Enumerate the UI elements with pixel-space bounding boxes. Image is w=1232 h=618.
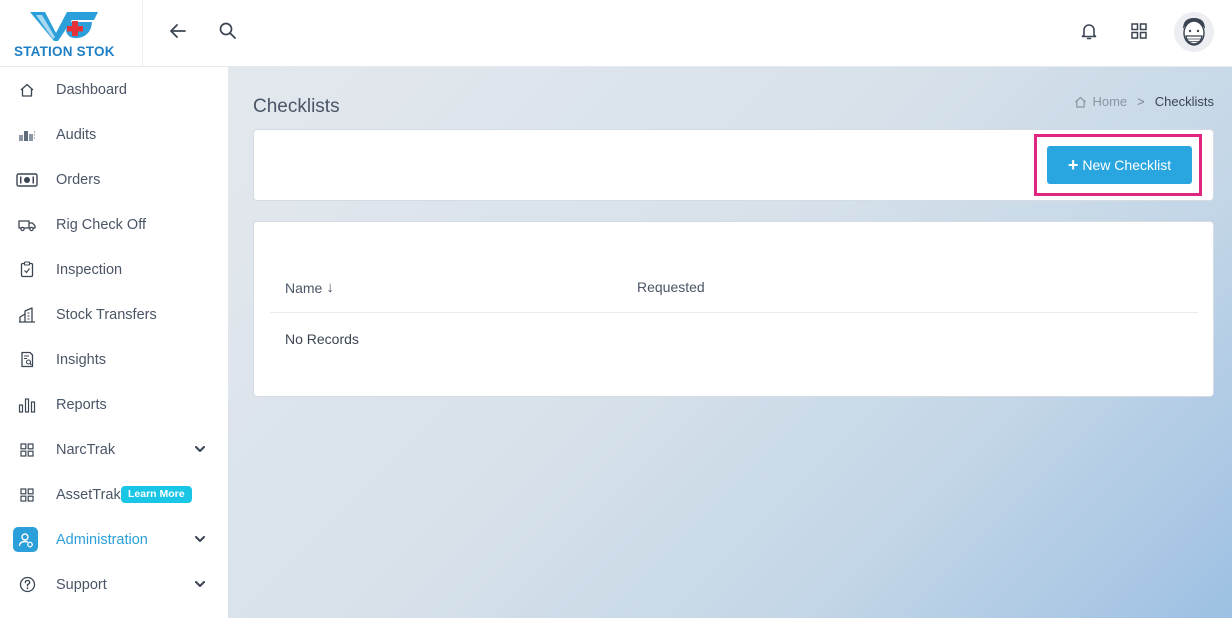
sidebar-item-label: Support <box>56 576 107 593</box>
bell-icon[interactable] <box>1078 20 1100 42</box>
new-checklist-label: New Checklist <box>1082 157 1172 173</box>
sidebar-item-narctrak[interactable]: NarcTrak <box>0 427 228 472</box>
sidebar-item-dashboard[interactable]: Dashboard <box>0 67 228 112</box>
sidebar-item-label: Audits <box>56 126 97 143</box>
column-header-name[interactable]: Name ↓ <box>285 279 334 296</box>
breadcrumb: Home > Checklists <box>1074 94 1214 109</box>
breadcrumb-home-label: Home <box>1092 94 1128 109</box>
plus-icon: + <box>1067 155 1079 175</box>
sidebar-item-stock-transfers[interactable]: Stock Transfers <box>0 292 228 337</box>
main-content: Checklists Home > Checklists + New Check… <box>228 67 1232 618</box>
apps-grid-icon[interactable] <box>1128 20 1150 42</box>
user-face-icon <box>1174 12 1214 52</box>
grid-icon <box>16 484 38 506</box>
chevron-down-icon[interactable] <box>193 443 207 457</box>
sidebar-item-insights[interactable]: Insights <box>0 337 228 382</box>
sidebar-item-label: Orders <box>56 171 101 188</box>
user-avatar[interactable] <box>1174 12 1214 52</box>
sidebar-item-label: Administration <box>56 531 148 548</box>
column-header-label: Name <box>285 279 323 296</box>
breadcrumb-separator: > <box>1137 94 1145 109</box>
page-title: Checklists <box>253 96 340 117</box>
sidebar-item-label: Insights <box>56 351 106 368</box>
bar-chart-icon <box>16 394 38 416</box>
sidebar-item-label: AssetTrak <box>56 486 121 503</box>
sidebar-item-inspection[interactable]: Inspection <box>0 247 228 292</box>
header-divider <box>270 312 1198 313</box>
chevron-down-icon[interactable] <box>193 533 207 547</box>
money-icon <box>16 169 38 191</box>
breadcrumb-current: Checklists <box>1154 94 1214 109</box>
sort-desc-icon: ↓ <box>326 279 334 296</box>
home-icon <box>16 79 38 101</box>
back-arrow-icon[interactable] <box>167 20 189 42</box>
sidebar-item-label: Reports <box>56 396 107 413</box>
column-header-label: Requested <box>637 279 705 295</box>
truck-icon <box>16 214 38 236</box>
home-icon <box>1075 96 1087 108</box>
report-search-icon <box>16 349 38 371</box>
sidebar-item-orders[interactable]: Orders <box>0 157 228 202</box>
sidebar: Dashboard Audits Orders Rig Check Off In… <box>0 67 228 618</box>
audits-icon <box>16 124 38 146</box>
checklists-table: Name ↓ Requested No Records <box>253 221 1214 397</box>
sidebar-item-label: Rig Check Off <box>56 216 146 233</box>
empty-state-text: No Records <box>285 331 359 347</box>
help-circle-icon <box>16 574 38 596</box>
sidebar-item-support[interactable]: Support <box>0 562 228 607</box>
learn-more-badge[interactable]: Learn More <box>121 486 192 503</box>
clipboard-icon <box>16 259 38 281</box>
top-header: STATION STOK <box>0 0 1232 67</box>
toolbar-card: + New Checklist <box>253 129 1214 201</box>
brand-name: STATION STOK <box>14 44 115 59</box>
search-icon[interactable] <box>217 20 239 42</box>
sidebar-item-label: NarcTrak <box>56 441 116 458</box>
logo[interactable]: STATION STOK <box>0 0 143 67</box>
new-checklist-button[interactable]: + New Checklist <box>1047 146 1192 184</box>
sidebar-item-assettrak[interactable]: AssetTrak Learn More <box>0 472 228 517</box>
sidebar-item-label: Stock Transfers <box>56 306 157 323</box>
grid-icon <box>16 439 38 461</box>
sidebar-item-administration[interactable]: Administration <box>0 517 228 562</box>
sidebar-item-label: Dashboard <box>56 81 127 98</box>
station-stok-logo-icon <box>30 12 98 41</box>
sidebar-item-rig-check-off[interactable]: Rig Check Off <box>0 202 228 247</box>
chevron-down-icon[interactable] <box>193 578 207 592</box>
admin-user-icon <box>13 527 38 552</box>
building-icon <box>16 304 38 326</box>
sidebar-item-audits[interactable]: Audits <box>0 112 228 157</box>
breadcrumb-home-link[interactable]: Home <box>1074 94 1127 109</box>
column-header-requested[interactable]: Requested <box>637 279 705 295</box>
sidebar-item-label: Inspection <box>56 261 123 278</box>
sidebar-item-reports[interactable]: Reports <box>0 382 228 427</box>
